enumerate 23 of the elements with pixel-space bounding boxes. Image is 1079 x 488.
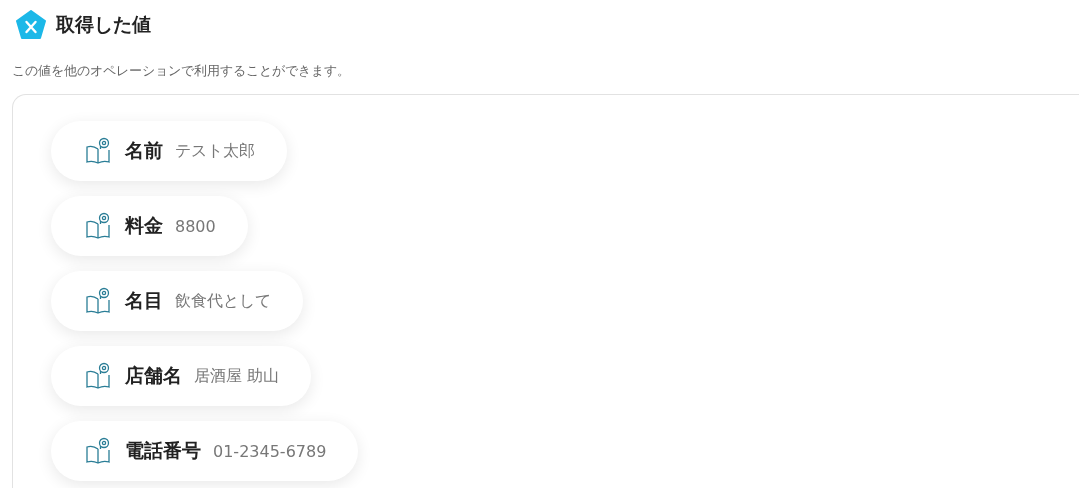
- value-chip[interactable]: 店舗名 居酒屋 助山: [51, 346, 312, 406]
- book-eye-icon: [85, 137, 111, 165]
- value-chip[interactable]: 電話番号 01-2345-6789: [51, 421, 359, 481]
- section-title: 取得した値: [56, 12, 151, 37]
- book-eye-icon: [85, 287, 111, 315]
- book-eye-icon: [85, 437, 111, 465]
- value-text: 8800: [175, 216, 216, 236]
- value-text: テスト太郎: [175, 140, 255, 162]
- value-chip[interactable]: 名目 飲食代として: [51, 271, 303, 331]
- value-label: 名目: [125, 288, 163, 313]
- value-label: 店舗名: [125, 363, 182, 388]
- value-label: 料金: [125, 213, 163, 238]
- value-text: 01-2345-6789: [213, 441, 327, 461]
- book-eye-icon: [85, 212, 111, 240]
- value-chip[interactable]: 名前 テスト太郎: [51, 121, 287, 181]
- value-label: 電話番号: [125, 438, 201, 463]
- section-description: この値を他のオペレーションで利用することができます。: [12, 62, 351, 80]
- value-label: 名前: [125, 138, 163, 163]
- logo-icon: [16, 10, 46, 40]
- value-chip[interactable]: 料金 8800: [51, 196, 248, 256]
- value-text: 居酒屋 助山: [194, 365, 280, 387]
- value-text: 飲食代として: [175, 290, 271, 312]
- book-eye-icon: [85, 362, 111, 390]
